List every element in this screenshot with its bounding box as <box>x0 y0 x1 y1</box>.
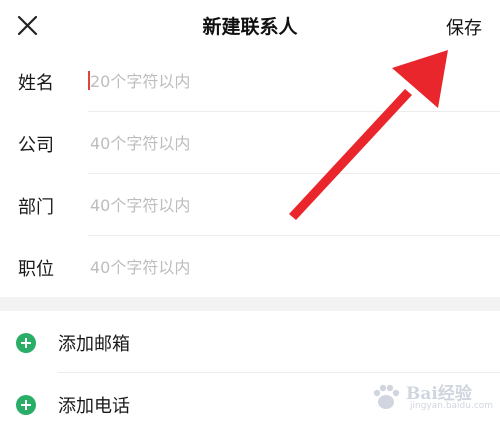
field-row-name: 姓名 <box>0 50 500 112</box>
name-input[interactable] <box>90 66 410 96</box>
company-input[interactable] <box>90 128 410 158</box>
field-label-company: 公司 <box>18 135 54 156</box>
paw-logo-icon <box>373 384 400 409</box>
contact-form: 姓名 公司 部门 职位 <box>0 50 500 298</box>
plus-circle-icon <box>16 333 36 353</box>
add-email-button[interactable]: 添加邮箱 <box>0 311 500 373</box>
position-input[interactable] <box>90 252 410 282</box>
watermark-subtext: jingyan.baidu.com <box>410 401 494 411</box>
add-phone-label: 添加电话 <box>58 396 130 417</box>
plus-circle-icon <box>16 395 36 415</box>
watermark: Bai经验 jingyan.baidu.com <box>370 377 494 417</box>
header: 新建联系人 保存 <box>0 0 500 52</box>
field-row-department: 部门 <box>0 174 500 236</box>
field-label-department: 部门 <box>18 197 54 218</box>
page-title: 新建联系人 <box>202 16 298 38</box>
department-input[interactable] <box>90 190 410 220</box>
save-button[interactable]: 保存 <box>446 14 482 40</box>
field-label-name: 姓名 <box>18 73 54 94</box>
field-label-position: 职位 <box>18 259 54 280</box>
add-email-label: 添加邮箱 <box>58 334 130 355</box>
field-row-position: 职位 <box>0 236 500 298</box>
field-row-company: 公司 <box>0 112 500 174</box>
section-separator <box>0 297 500 311</box>
